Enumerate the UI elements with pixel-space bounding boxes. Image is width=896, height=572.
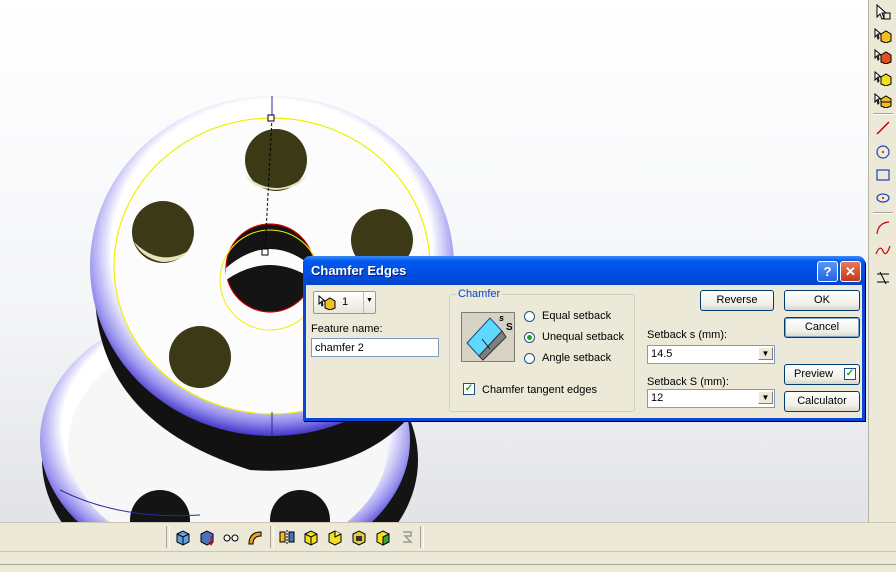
preview-button[interactable]: Preview ✓	[784, 364, 860, 385]
cube-yellow-icon[interactable]	[301, 527, 321, 547]
angle-setback-label: Angle setback	[542, 352, 612, 364]
setback-large-value: 12	[651, 392, 664, 404]
preview-checkbox[interactable]: ✓	[844, 368, 856, 380]
arc-icon[interactable]	[872, 218, 894, 238]
pattern-icon[interactable]	[221, 527, 241, 547]
equal-setback-radio[interactable]	[524, 311, 535, 322]
help-icon[interactable]: ?	[817, 261, 838, 282]
circle-icon[interactable]	[872, 142, 894, 162]
unequal-setback-radio[interactable]	[524, 332, 535, 343]
extrude-icon[interactable]	[173, 527, 193, 547]
close-icon[interactable]: ✕	[840, 261, 861, 282]
dialog-titlebar[interactable]: Chamfer Edges ? ✕	[303, 256, 865, 285]
chamfer-cube-icon[interactable]	[872, 25, 894, 45]
mirror-icon[interactable]	[277, 527, 297, 547]
wedge-icon[interactable]	[325, 527, 345, 547]
chevron-down-icon[interactable]: ▼	[758, 347, 773, 360]
hole	[245, 129, 307, 191]
chevron-down-icon: ▼	[366, 297, 373, 304]
unequal-setback-label: Unequal setback	[542, 331, 624, 343]
sweep-icon[interactable]	[245, 527, 265, 547]
ellipse-icon[interactable]	[872, 188, 894, 208]
rectangle-icon[interactable]	[872, 165, 894, 185]
shell-cube-icon[interactable]	[872, 68, 894, 88]
bottom-toolbar	[0, 522, 896, 572]
box-icon[interactable]	[349, 527, 369, 547]
dialog-body: 1 ▼ Feature name: chamfer 2 Chamfer s S …	[306, 285, 862, 418]
equal-setback-label: Equal setback	[542, 310, 612, 322]
chevron-down-icon[interactable]: ▼	[758, 391, 773, 404]
spin-icon[interactable]	[197, 527, 217, 547]
setback-small-label: Setback s (mm):	[647, 329, 728, 341]
setback-large-select[interactable]: 12 ▼	[647, 389, 775, 408]
cancel-button[interactable]: Cancel	[784, 317, 860, 338]
fillet-cube-icon[interactable]	[872, 46, 894, 66]
blend-cube-icon[interactable]	[872, 90, 894, 110]
feature-selector[interactable]: 1 ▼	[313, 291, 376, 314]
hole	[132, 201, 194, 263]
hole	[169, 326, 231, 388]
preview-label: Preview	[794, 368, 834, 380]
reverse-button[interactable]: Reverse	[700, 290, 774, 311]
tangent-edges-checkbox[interactable]: ✓	[463, 383, 475, 395]
chamfer-cube-icon	[318, 294, 336, 310]
ok-button[interactable]: OK	[784, 290, 860, 311]
trim-icon[interactable]	[872, 268, 894, 288]
feature-name-input[interactable]: chamfer 2	[311, 338, 439, 357]
spline-icon[interactable]	[872, 240, 894, 260]
chamfer-edges-dialog: Chamfer Edges ? ✕ 1 ▼ Feature name: cham…	[303, 256, 865, 421]
angle-setback-radio[interactable]	[524, 353, 535, 364]
right-toolbar	[868, 0, 896, 522]
chamfer-group-label: Chamfer	[456, 288, 503, 300]
diagram-large-s: S	[506, 322, 513, 333]
setback-large-label: Setback S (mm):	[647, 376, 729, 388]
setback-small-value: 14.5	[651, 348, 673, 360]
select-icon[interactable]	[872, 2, 894, 22]
feature-name-label: Feature name:	[311, 323, 383, 335]
diagram-small-s: s	[499, 313, 505, 323]
dialog-title: Chamfer Edges	[311, 263, 407, 278]
line-icon[interactable]	[872, 118, 894, 138]
tangent-edges-label: Chamfer tangent edges	[482, 384, 597, 396]
cylinder-icon[interactable]	[373, 527, 393, 547]
calculator-button[interactable]: Calculator	[784, 391, 860, 412]
disabled-icon	[397, 527, 417, 547]
setback-small-select[interactable]: 14.5 ▼	[647, 345, 775, 364]
feature-selector-value: 1	[342, 296, 349, 308]
chamfer-diagram: s S	[461, 312, 515, 362]
